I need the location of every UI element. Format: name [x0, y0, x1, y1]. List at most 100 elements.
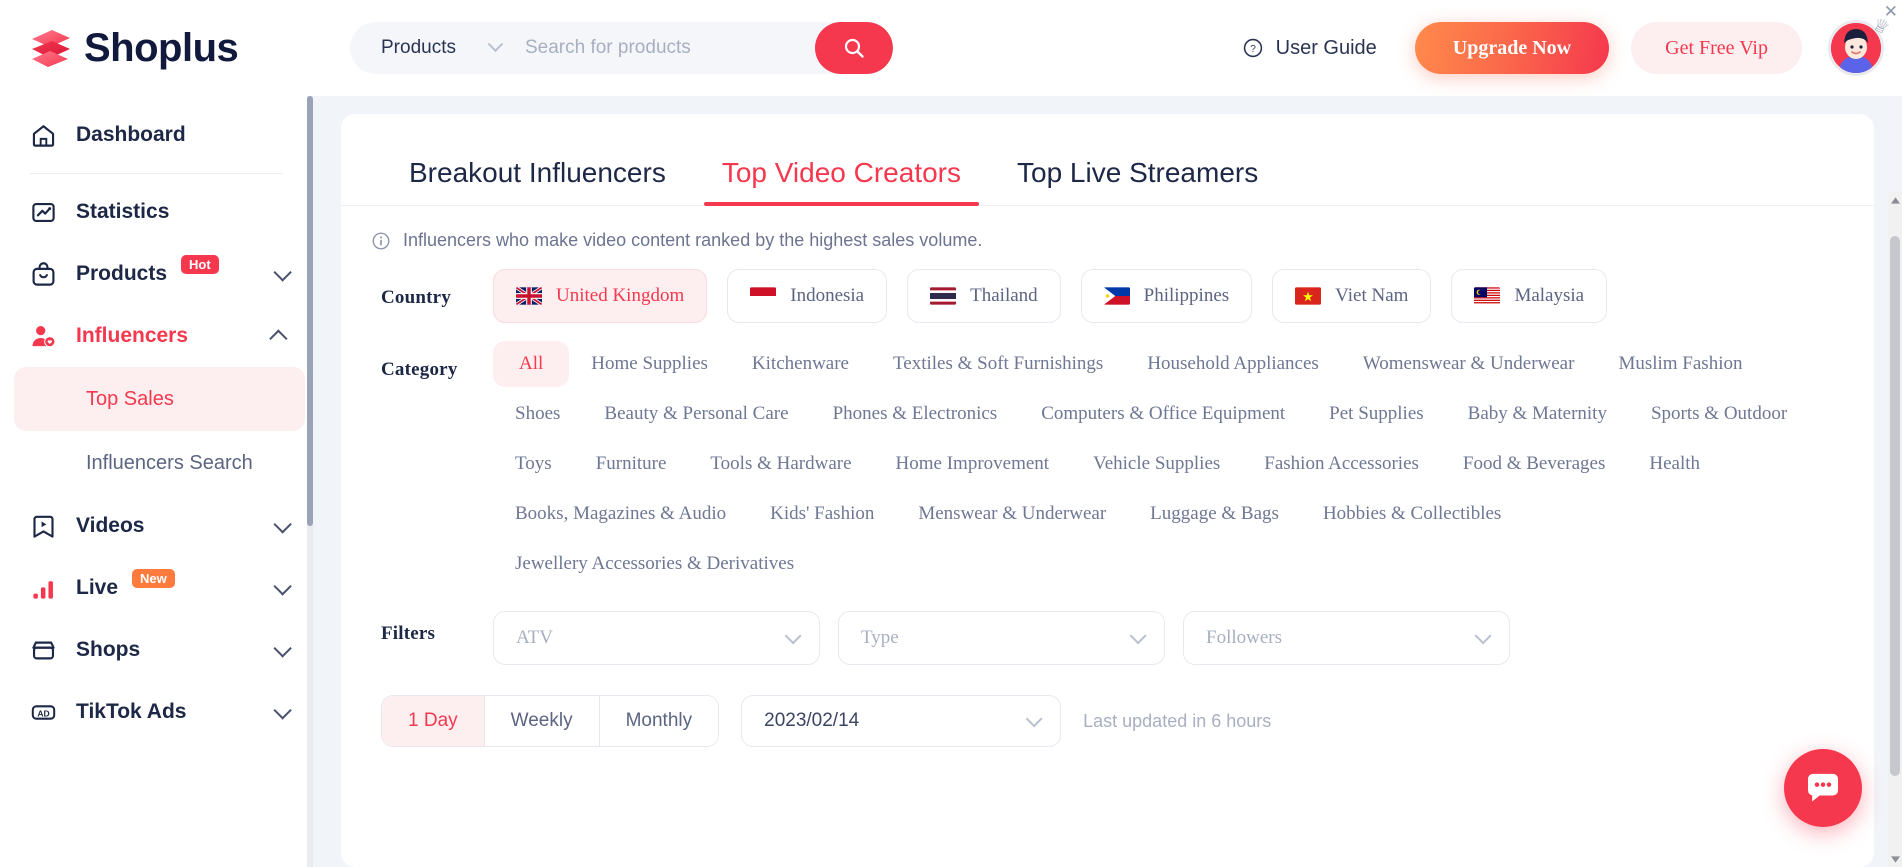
sidebar-label-dashboard: Dashboard: [76, 123, 186, 146]
chevron-up-icon[interactable]: [269, 328, 288, 348]
sidebar-item-videos[interactable]: Videos: [0, 495, 313, 557]
country-option-viet-nam[interactable]: Viet Nam: [1272, 269, 1432, 323]
user-avatar[interactable]: ♕: [1828, 14, 1893, 76]
filters-row: Filters ATV Type Followers: [381, 605, 1834, 665]
category-option-shoes[interactable]: Shoes: [493, 391, 582, 437]
category-option-toys[interactable]: Toys: [493, 441, 574, 487]
chat-support-button[interactable]: [1784, 749, 1862, 827]
followers-filter-select[interactable]: Followers: [1183, 611, 1510, 665]
app-root: Shoplus Products ? User Guide: [0, 0, 1902, 867]
category-option-fashion-accessories[interactable]: Fashion Accessories: [1242, 441, 1441, 487]
atv-filter-select[interactable]: ATV: [493, 611, 820, 665]
search-submit-button[interactable]: [815, 22, 893, 74]
flag-my-icon: [1474, 287, 1501, 305]
category-option-jewellery-accessories-derivatives[interactable]: Jewellery Accessories & Derivatives: [493, 541, 816, 587]
date-picker[interactable]: 2023/02/14: [741, 695, 1062, 747]
flag-th-icon: [930, 287, 957, 305]
category-option-luggage-bags[interactable]: Luggage & Bags: [1128, 491, 1301, 537]
category-option-books-magazines-audio[interactable]: Books, Magazines & Audio: [493, 491, 748, 537]
brand-logo[interactable]: Shoplus: [0, 25, 313, 71]
country-label-thailand: Thailand: [970, 285, 1038, 306]
home-icon: [30, 122, 60, 149]
category-option-menswear-underwear[interactable]: Menswear & Underwear: [896, 491, 1128, 537]
category-option-kitchenware[interactable]: Kitchenware: [730, 341, 871, 387]
category-option-household-appliances[interactable]: Household Appliances: [1125, 341, 1341, 387]
sidebar-scrollbar[interactable]: [307, 96, 313, 867]
sidebar-divider: [30, 173, 283, 174]
flag-ph-icon: [1103, 287, 1130, 305]
shoplus-logo-icon: [28, 25, 74, 71]
period-segmented-control: 1 Day Weekly Monthly: [381, 695, 720, 747]
category-option-health[interactable]: Health: [1627, 441, 1722, 487]
category-option-furniture[interactable]: Furniture: [574, 441, 689, 487]
country-option-indonesia[interactable]: Indonesia: [727, 269, 888, 323]
page-scrollbar[interactable]: [1888, 192, 1902, 867]
period-1-day-button[interactable]: 1 Day: [382, 696, 485, 746]
chevron-down-icon[interactable]: [273, 262, 292, 282]
info-note: Influencers who make video content ranke…: [341, 206, 1874, 251]
filters-block: Country United Kingdom Indonesia Thailan…: [341, 269, 1874, 747]
period-monthly-button[interactable]: Monthly: [599, 696, 719, 746]
country-option-thailand[interactable]: Thailand: [907, 269, 1061, 323]
category-option-phones-electronics[interactable]: Phones & Electronics: [811, 391, 1020, 437]
chevron-down-icon[interactable]: [273, 700, 292, 720]
chart-line-icon: [30, 199, 60, 226]
close-icon[interactable]: ✕: [1884, 2, 1898, 22]
top-header: Shoplus Products ? User Guide: [0, 0, 1902, 96]
category-option-home-improvement[interactable]: Home Improvement: [874, 441, 1072, 487]
category-option-muslim-fashion[interactable]: Muslim Fashion: [1596, 341, 1764, 387]
search-input[interactable]: [524, 37, 755, 59]
sidebar-item-influencers-search[interactable]: Influencers Search: [14, 431, 305, 495]
category-option-beauty-personal-care[interactable]: Beauty & Personal Care: [582, 391, 810, 437]
sidebar-item-dashboard[interactable]: Dashboard: [0, 104, 313, 166]
scroll-down-arrow-icon[interactable]: [1888, 851, 1902, 867]
info-circle-icon: [372, 232, 390, 249]
upgrade-now-button[interactable]: Upgrade Now: [1414, 22, 1610, 74]
tab-breakout-influencers[interactable]: Breakout Influencers: [381, 159, 694, 205]
category-option-textiles-soft-furnishings[interactable]: Textiles & Soft Furnishings: [871, 341, 1125, 387]
country-option-philippines[interactable]: Philippines: [1080, 269, 1253, 323]
sidebar-label-videos: Videos: [76, 514, 145, 537]
sidebar-item-shops[interactable]: Shops: [0, 619, 313, 681]
category-option-tools-hardware[interactable]: Tools & Hardware: [688, 441, 873, 487]
sidebar-item-products[interactable]: Products Hot: [0, 243, 313, 305]
tab-top-live-streamers[interactable]: Top Live Streamers: [989, 159, 1286, 205]
category-option-baby-maternity[interactable]: Baby & Maternity: [1446, 391, 1629, 437]
tab-top-video-creators[interactable]: Top Video Creators: [694, 159, 989, 206]
country-option-united-kingdom[interactable]: United Kingdom: [493, 269, 708, 323]
user-guide-link[interactable]: ? User Guide: [1242, 37, 1377, 60]
sidebar-label-influencers-search: Influencers Search: [86, 451, 253, 474]
page-scroll-thumb[interactable]: [1890, 236, 1900, 776]
category-option-sports-outdoor[interactable]: Sports & Outdoor: [1629, 391, 1809, 437]
main-content: Breakout Influencers Top Video Creators …: [313, 96, 1902, 867]
country-option-malaysia[interactable]: Malaysia: [1451, 269, 1608, 323]
category-option-all[interactable]: All: [493, 341, 570, 387]
sidebar-item-influencers[interactable]: Influencers: [0, 305, 313, 367]
sidebar-item-live[interactable]: Live New: [0, 557, 313, 619]
chevron-down-icon[interactable]: [273, 514, 292, 534]
header-actions: ? User Guide Upgrade Now Get Free Vip ♕: [1242, 14, 1902, 76]
category-option-kids-fashion[interactable]: Kids' Fashion: [748, 491, 896, 537]
search-category-selector[interactable]: Products: [350, 35, 504, 59]
country-label-viet-nam: Viet Nam: [1335, 285, 1409, 306]
chevron-down-icon[interactable]: [273, 638, 292, 658]
sidebar-item-tiktok-ads[interactable]: AD TikTok Ads: [0, 681, 313, 743]
category-option-womenswear-underwear[interactable]: Womenswear & Underwear: [1341, 341, 1597, 387]
sidebar-label-statistics: Statistics: [76, 200, 170, 223]
period-weekly-button[interactable]: Weekly: [484, 696, 600, 746]
sidebar-scroll-thumb[interactable]: [307, 96, 313, 526]
category-option-hobbies-collectibles[interactable]: Hobbies & Collectibles: [1301, 491, 1523, 537]
type-filter-select[interactable]: Type: [838, 611, 1165, 665]
last-updated-text: Last updated in 6 hours: [1083, 710, 1272, 731]
scroll-up-arrow-icon[interactable]: [1888, 192, 1902, 208]
category-option-vehicle-supplies[interactable]: Vehicle Supplies: [1071, 441, 1242, 487]
sidebar-item-statistics[interactable]: Statistics: [0, 181, 313, 243]
sidebar-item-top-sales[interactable]: Top Sales: [14, 367, 305, 431]
global-search[interactable]: Products: [350, 22, 893, 74]
category-option-computers-office-equipment[interactable]: Computers & Office Equipment: [1019, 391, 1307, 437]
get-free-vip-button[interactable]: Get Free Vip: [1631, 22, 1802, 74]
category-option-pet-supplies[interactable]: Pet Supplies: [1307, 391, 1445, 437]
chevron-down-icon[interactable]: [273, 576, 292, 596]
category-option-home-supplies[interactable]: Home Supplies: [569, 341, 730, 387]
category-option-food-beverages[interactable]: Food & Beverages: [1441, 441, 1627, 487]
